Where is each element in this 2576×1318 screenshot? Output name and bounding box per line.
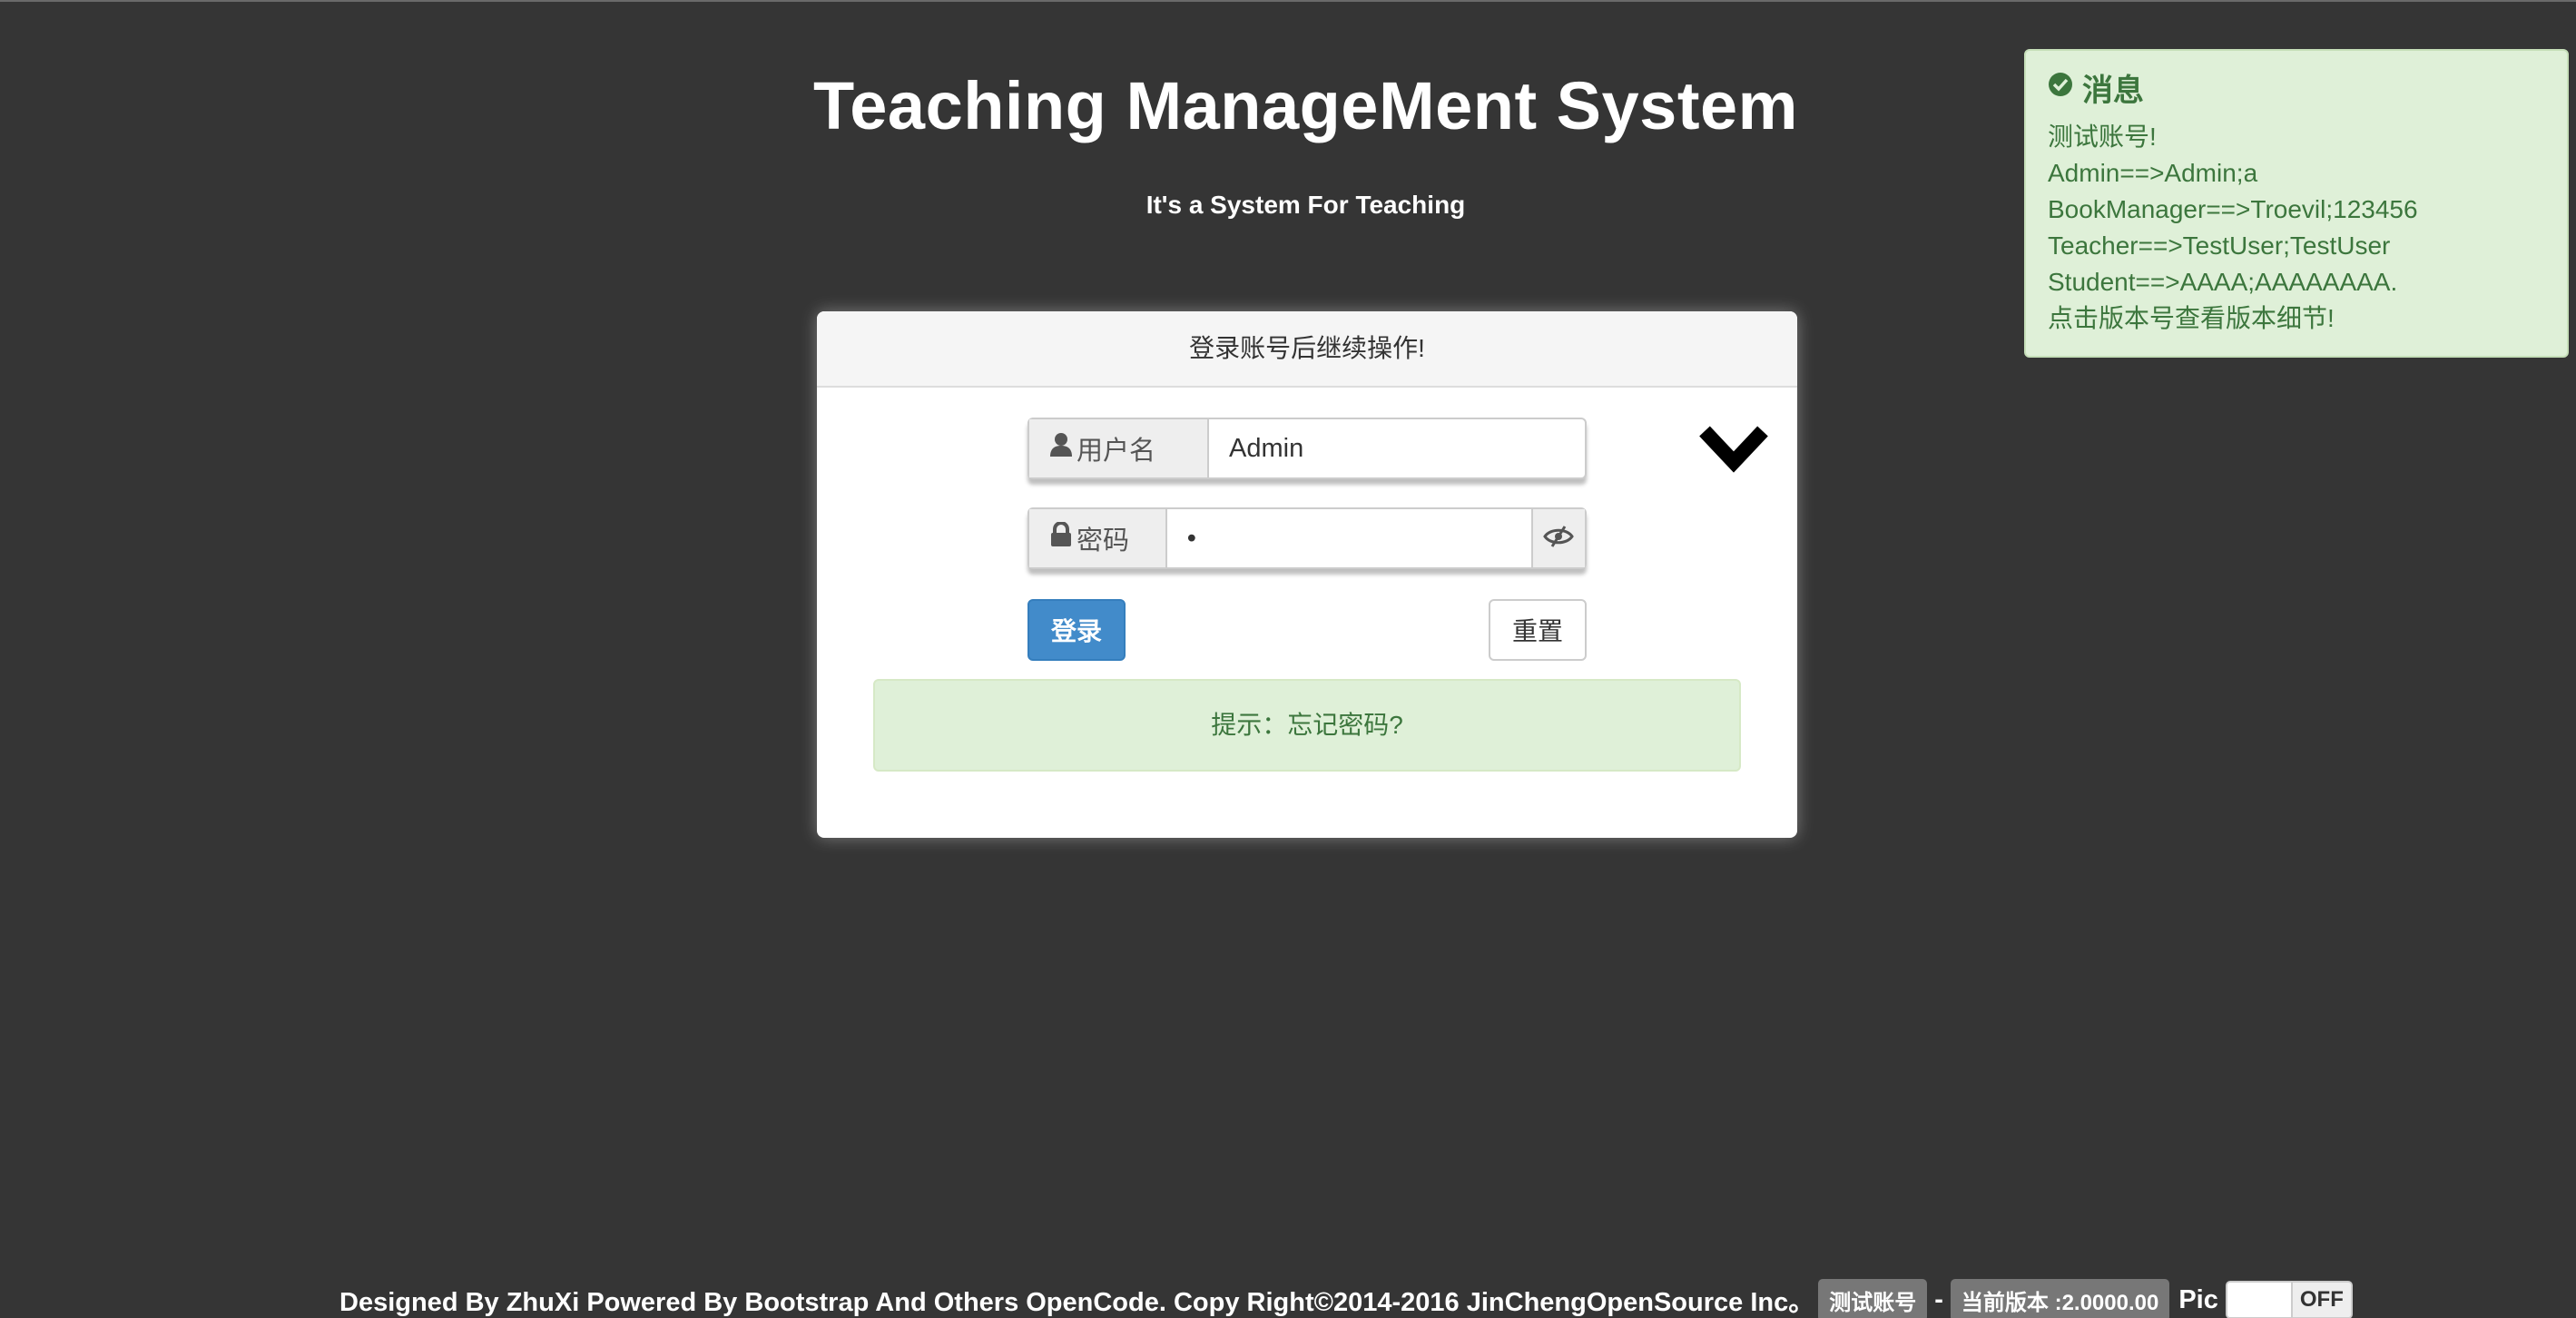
toggle-off-label: OFF xyxy=(2292,1283,2351,1317)
reset-button[interactable]: 重置 xyxy=(1489,599,1587,661)
password-field[interactable] xyxy=(1166,509,1531,567)
toast-line: 测试账号! xyxy=(2048,123,2157,151)
login-panel: 登录账号后继续操作! 用户名 Admin 密码 • 登录 重置 提示：忘记密码? xyxy=(817,311,1797,838)
toast-line: 点击版本号查看版本细节! xyxy=(2048,304,2335,332)
footer: Designed By ZhuXi Powered By Bootstrap A… xyxy=(339,1278,2353,1318)
pic-toggle-switch[interactable]: OFF xyxy=(2225,1281,2353,1318)
username-label: 用户名 xyxy=(1077,437,1156,466)
message-toast: 消息 测试账号! Admin==>Admin;a BookManager==>T… xyxy=(2024,49,2569,358)
username-input-group: 用户名 xyxy=(1027,418,1587,479)
toggle-password-visibility-button[interactable] xyxy=(1530,509,1585,567)
toast-line: BookManager==>Troevil;123456 xyxy=(2048,195,2418,223)
username-field[interactable] xyxy=(1209,419,1585,477)
toast-line: Student==>AAAA;AAAAAAAA. xyxy=(2048,268,2398,296)
eye-slash-icon xyxy=(1543,525,1575,553)
toast-line: Admin==>Admin;a xyxy=(2048,159,2258,187)
footer-separator: - xyxy=(1934,1284,1943,1314)
forgot-password-hint[interactable]: 提示：忘记密码? xyxy=(873,679,1741,772)
chevron-down-icon[interactable] xyxy=(1697,422,1770,479)
footer-credits: Designed By ZhuXi Powered By Bootstrap A… xyxy=(339,1288,1815,1317)
user-icon xyxy=(1049,432,1077,465)
login-button[interactable]: 登录 xyxy=(1027,599,1126,661)
password-addon: 密码 xyxy=(1029,509,1167,567)
username-addon: 用户名 xyxy=(1029,419,1209,477)
lock-icon xyxy=(1049,521,1077,555)
toast-title: 消息 xyxy=(2048,65,2545,110)
test-accounts-badge[interactable]: 测试账号 xyxy=(1818,1278,1928,1318)
password-input-group: 密码 xyxy=(1027,507,1587,569)
password-label: 密码 xyxy=(1077,526,1130,556)
toast-title-text: 消息 xyxy=(2082,74,2144,108)
login-panel-heading: 登录账号后继续操作! xyxy=(817,311,1797,388)
toast-line: Teacher==>TestUser;TestUser xyxy=(2048,231,2391,260)
pic-label: Pic xyxy=(2178,1284,2218,1314)
toggle-knob xyxy=(2227,1283,2293,1317)
login-page: Teaching ManageMent System It's a System… xyxy=(0,0,2576,1318)
version-badge[interactable]: 当前版本 :2.0000.00 xyxy=(1950,1278,2170,1318)
check-circle-icon xyxy=(2048,70,2082,105)
